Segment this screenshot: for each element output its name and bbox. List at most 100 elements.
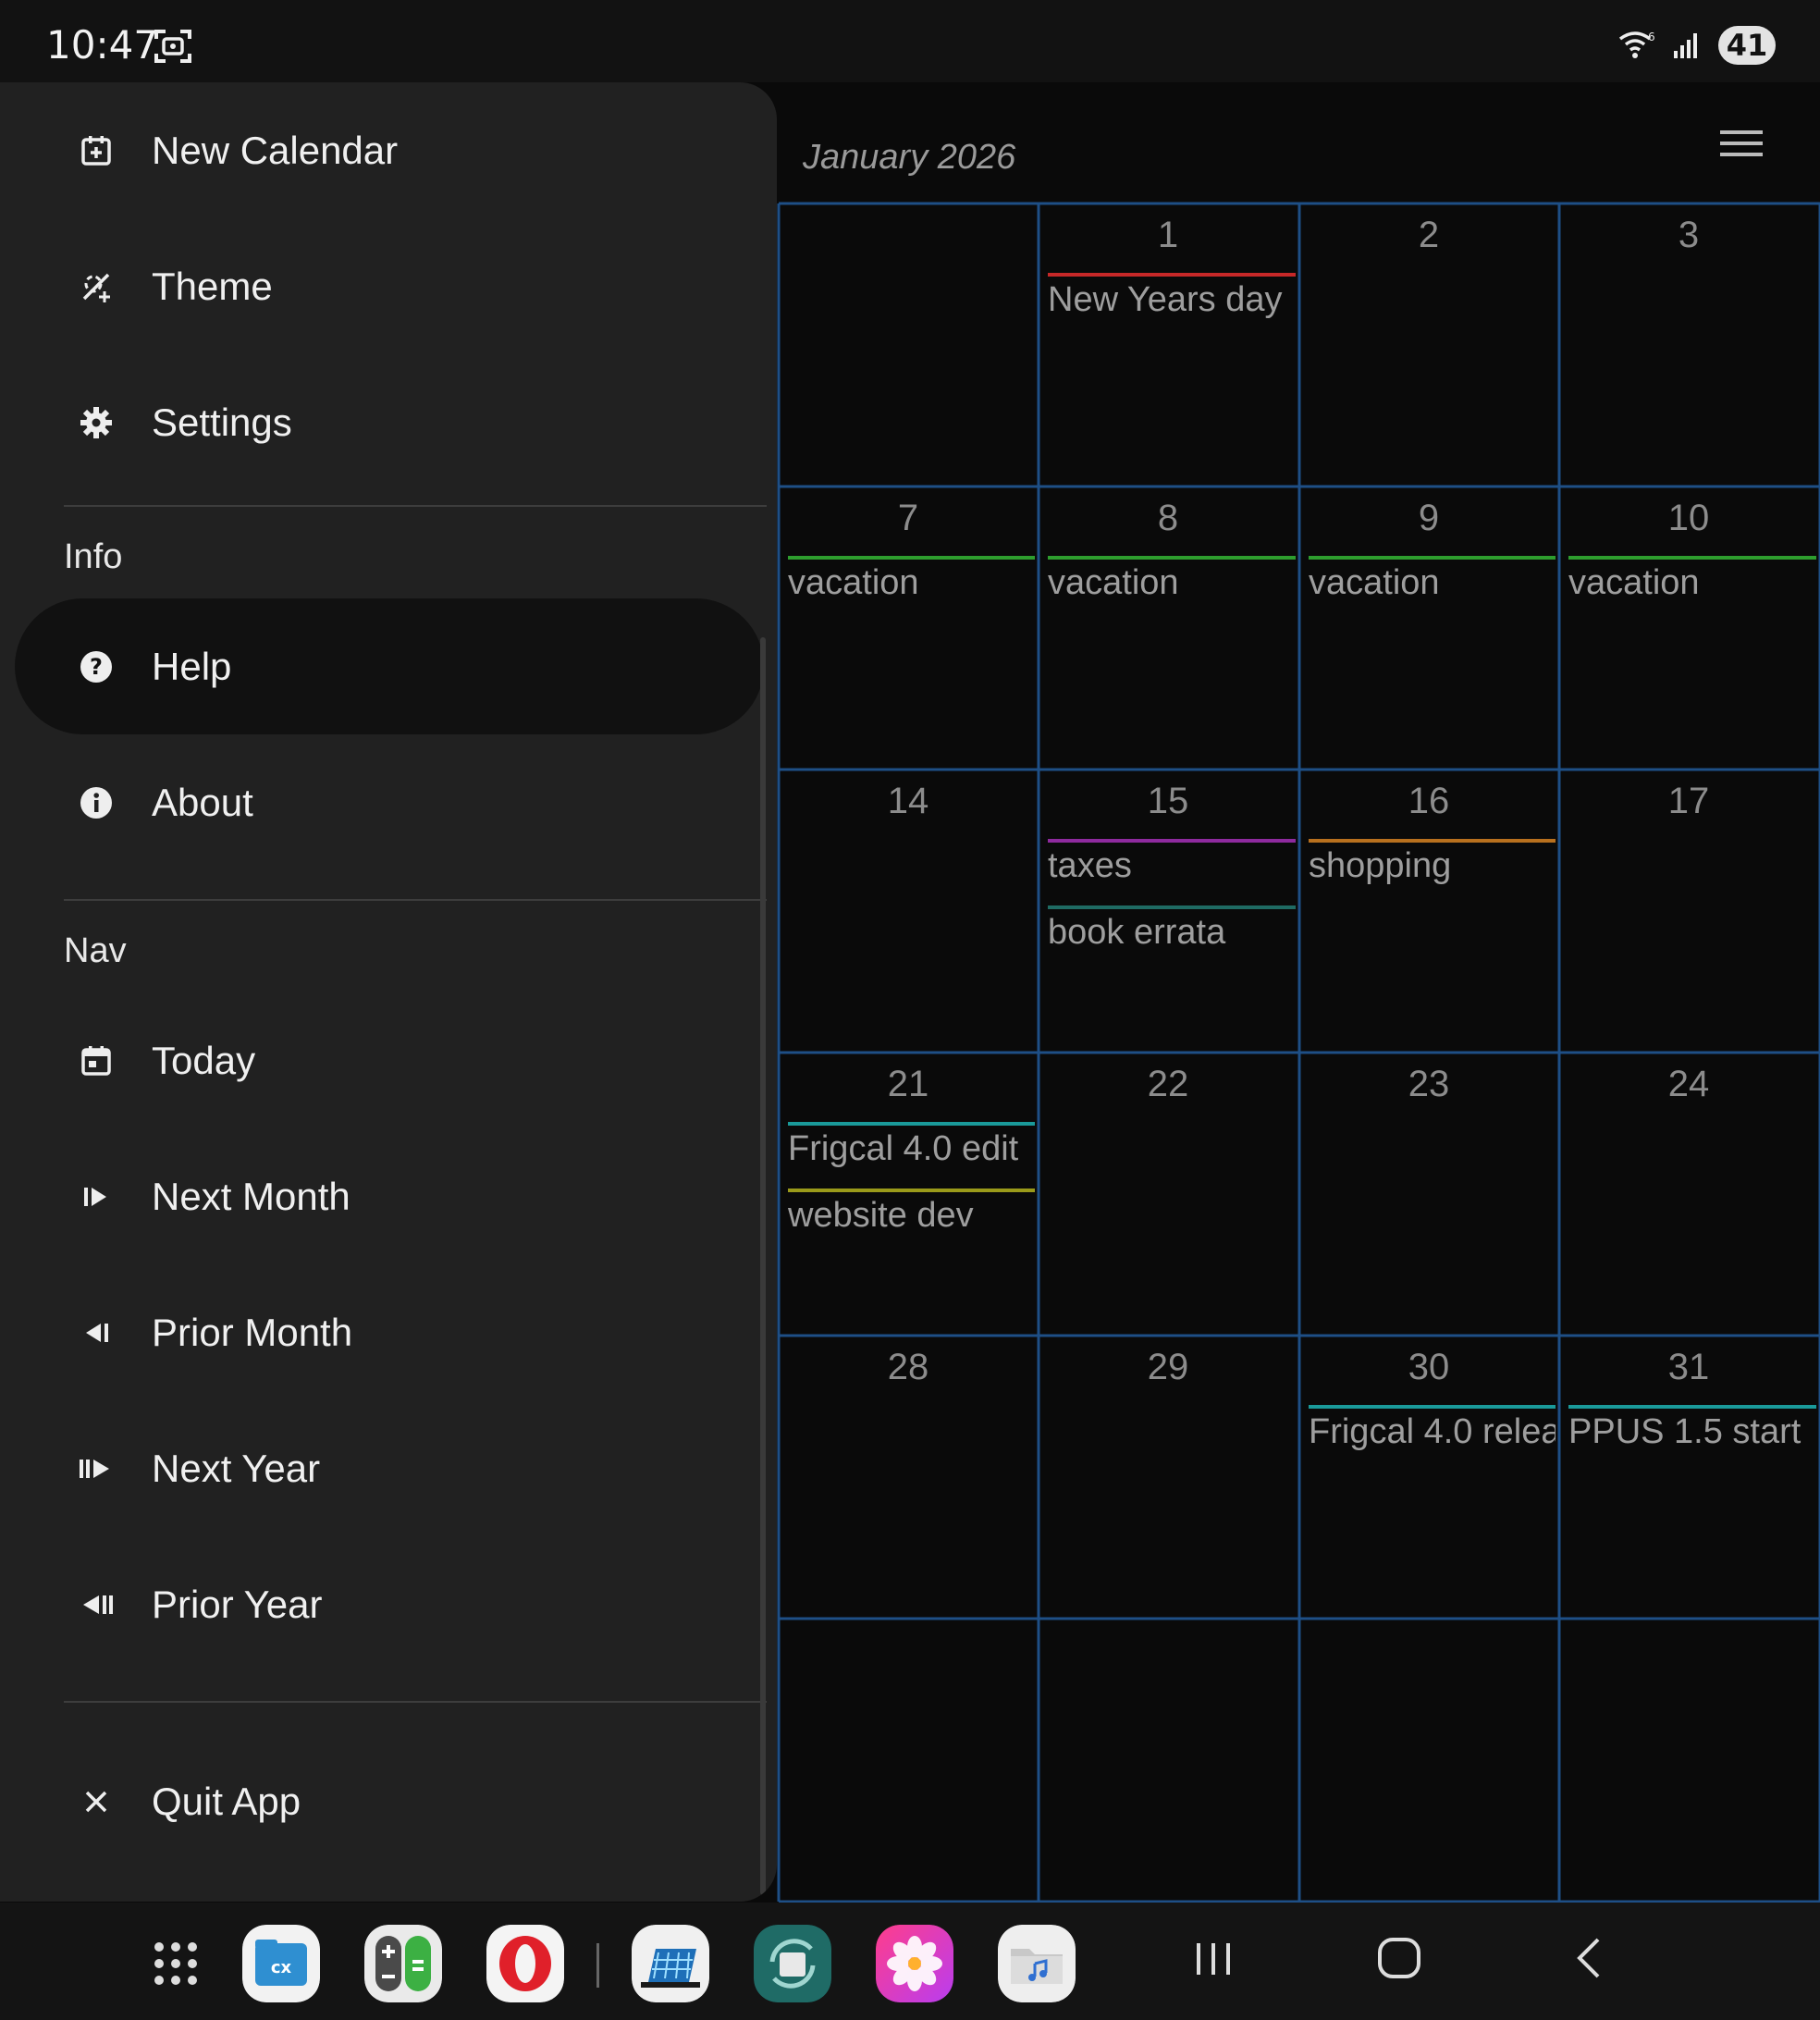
- drawer-divider: [64, 899, 767, 901]
- event-color-bar: [1309, 839, 1556, 843]
- day-number: 16: [1408, 781, 1450, 821]
- drawer-item-prior-month[interactable]: Prior Month: [15, 1264, 764, 1400]
- close-icon: [63, 1768, 129, 1835]
- drawer-item-about[interactable]: About: [15, 734, 764, 870]
- day-cell[interactable]: [779, 203, 1039, 487]
- day-cell[interactable]: [779, 1619, 1039, 1902]
- gallery-icon[interactable]: [876, 1925, 953, 2002]
- drawer-item-next-month[interactable]: Next Month: [15, 1128, 764, 1264]
- calendar-event[interactable]: taxes: [1048, 846, 1296, 886]
- cx-file-explorer-icon[interactable]: cx: [242, 1925, 320, 2002]
- event-color-bar: [788, 1122, 1035, 1126]
- event-color-bar: [1048, 839, 1296, 843]
- drawer-scrollbar[interactable]: [760, 637, 766, 1895]
- dock-separator: [596, 1943, 599, 1988]
- navigation-drawer: New Calendar Theme Settings Info ? Help …: [0, 82, 777, 1902]
- drawer-label-next-month: Next Month: [152, 1174, 350, 1218]
- day-number: 24: [1667, 1064, 1710, 1104]
- calendar-event[interactable]: website dev: [788, 1196, 1035, 1236]
- svg-text:?: ?: [90, 654, 103, 680]
- info-icon: [63, 770, 129, 836]
- gear-icon: [63, 389, 129, 456]
- status-icons: 6 41: [1618, 26, 1776, 65]
- calendar-event[interactable]: vacation: [1048, 563, 1296, 603]
- day-number: 2: [1418, 215, 1440, 255]
- calendar-event[interactable]: New Years day: [1048, 280, 1296, 320]
- screenshot-icon: [154, 30, 191, 63]
- event-color-bar: [1048, 905, 1296, 909]
- day-number: 21: [887, 1064, 929, 1104]
- day-number: 28: [887, 1347, 929, 1387]
- section-header-nav: Nav: [64, 931, 127, 970]
- drawer-item-settings[interactable]: Settings: [15, 354, 764, 490]
- music-folder-icon[interactable]: [998, 1925, 1076, 2002]
- day-cell[interactable]: [1299, 1619, 1559, 1902]
- event-color-bar: [1309, 1405, 1556, 1409]
- calendar-event[interactable]: shopping: [1309, 846, 1556, 886]
- calendar-event[interactable]: book errata: [1048, 913, 1296, 953]
- drawer-label-about: About: [152, 780, 253, 824]
- event-color-bar: [1568, 1405, 1816, 1409]
- skip-next-icon: [63, 1164, 129, 1230]
- day-number: 22: [1147, 1064, 1189, 1104]
- calculator-icon[interactable]: [364, 1925, 442, 2002]
- drawer-item-next-year[interactable]: Next Year: [15, 1400, 764, 1536]
- day-cell[interactable]: [1559, 1619, 1820, 1902]
- drawer-item-help[interactable]: ? Help: [15, 598, 764, 734]
- skip-previous-icon: [63, 1299, 129, 1366]
- drawer-label-prior-year: Prior Year: [152, 1582, 323, 1626]
- calendar-event[interactable]: Frigcal 4.0 edit: [788, 1129, 1035, 1169]
- drawer-label-prior-month: Prior Month: [152, 1310, 353, 1354]
- frigcal-icon[interactable]: [632, 1925, 709, 2002]
- theme-icon: [63, 253, 129, 320]
- day-cell[interactable]: [1039, 1619, 1299, 1902]
- event-color-bar: [1309, 556, 1556, 560]
- drawer-item-theme[interactable]: Theme: [15, 218, 764, 354]
- drawer-item-today[interactable]: Today: [15, 992, 764, 1128]
- drawer-label-theme: Theme: [152, 264, 273, 308]
- day-number: 14: [887, 781, 929, 821]
- event-color-bar: [788, 1189, 1035, 1192]
- day-number: 10: [1667, 498, 1710, 538]
- help-icon: ?: [63, 634, 129, 700]
- day-number: 3: [1678, 215, 1700, 255]
- day-number: 23: [1408, 1064, 1450, 1104]
- day-number: 9: [1418, 498, 1440, 538]
- day-number: 7: [897, 498, 919, 538]
- day-number: 17: [1667, 781, 1710, 821]
- signal-icon: [1674, 33, 1697, 58]
- system-navigation-bar: cx: [0, 1903, 1820, 2020]
- drawer-label-settings: Settings: [152, 400, 292, 444]
- event-color-bar: [788, 556, 1035, 560]
- calendar-event[interactable]: vacation: [1568, 563, 1816, 603]
- opera-browser-icon[interactable]: [486, 1925, 564, 2002]
- drawer-divider: [64, 505, 767, 507]
- day-number: 29: [1147, 1347, 1189, 1387]
- event-color-bar: [1048, 273, 1296, 277]
- calendar-add-icon: [63, 117, 129, 184]
- event-color-bar: [1048, 556, 1296, 560]
- drawer-label-today: Today: [152, 1038, 256, 1082]
- drawer-item-new-calendar[interactable]: New Calendar: [15, 82, 764, 218]
- drawer-item-quit-app[interactable]: Quit App: [15, 1733, 764, 1869]
- drawer-item-prior-year[interactable]: Prior Year: [15, 1536, 764, 1672]
- back-button[interactable]: [1567, 1930, 1611, 1986]
- calendar-event[interactable]: Frigcal 4.0 release: [1309, 1412, 1556, 1452]
- status-bar: 10:47 6 41: [0, 0, 1820, 82]
- calendar-event[interactable]: PPUS 1.5 start: [1568, 1412, 1816, 1452]
- svg-text:6: 6: [1648, 31, 1655, 43]
- svg-text:cx: cx: [271, 1958, 292, 1977]
- fast-forward-icon: [63, 1435, 129, 1502]
- day-number: 30: [1408, 1347, 1450, 1387]
- drawer-label-quit-app: Quit App: [152, 1779, 301, 1823]
- day-number: 31: [1667, 1347, 1710, 1387]
- calendar-today-icon: [63, 1028, 129, 1094]
- calendar-event[interactable]: vacation: [1309, 563, 1556, 603]
- rewind-icon: [63, 1571, 129, 1638]
- app-drawer-icon[interactable]: [137, 1925, 215, 2002]
- drawer-label-new-calendar: New Calendar: [152, 128, 399, 172]
- recent-apps-button[interactable]: [1191, 1930, 1236, 1986]
- file-transfer-icon[interactable]: [754, 1925, 831, 2002]
- calendar-event[interactable]: vacation: [788, 563, 1035, 603]
- home-button[interactable]: [1374, 1930, 1424, 1986]
